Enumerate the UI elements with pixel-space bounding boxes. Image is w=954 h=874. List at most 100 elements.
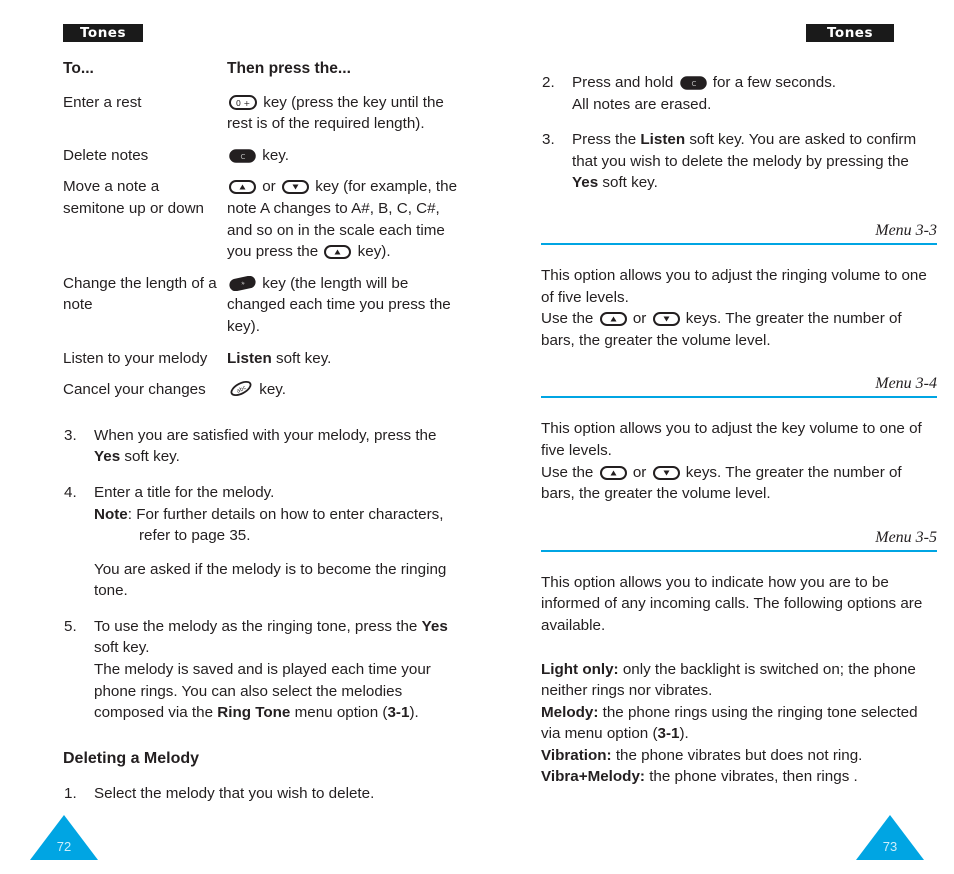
row-action-enter-a-rest: Enter a rest <box>63 93 142 111</box>
row-instruction-text: soft key. <box>275 349 332 367</box>
key-down-icon <box>281 180 309 195</box>
bold-yes: Yes <box>94 448 121 466</box>
step-text: Press and hold C for a few seconds. <box>572 74 837 91</box>
step-text: When you are satisfied with your melody,… <box>94 426 437 466</box>
step-text-continued: The melody is saved and is played each t… <box>94 661 431 722</box>
option-light-only: Light only: only the backlight is switch… <box>541 659 937 702</box>
row-instruction-change-length: * key (the length will be changed each t… <box>227 273 458 348</box>
row-action-listen: Listen to your melody <box>63 349 208 367</box>
page-number-marker-right: 73 <box>856 815 924 874</box>
row-instruction-text: key (the length will be changed each tim… <box>227 274 451 335</box>
key-up-icon <box>599 312 627 327</box>
option-label: Melody: <box>541 703 599 721</box>
row-action-move-note-semitone: Move a note a semitone up or down <box>63 178 204 217</box>
bold-listen: Listen <box>640 131 686 149</box>
section-menu-3-4: Menu 3-4 This option allows you to adjus… <box>541 375 937 504</box>
table-row: Listen to your melody Listen soft key. <box>63 348 458 380</box>
key-action-table: To... Then press the... Enter a rest 0 +… <box>63 58 458 411</box>
step-number: 4. <box>64 483 77 501</box>
row-or-text: or <box>262 178 276 196</box>
step-number: 3. <box>64 426 77 444</box>
section-body: This option allows you to indicate how y… <box>541 572 937 788</box>
section-body: This option allows you to adjust the key… <box>541 418 937 504</box>
option-vibra-melody: Vibra+Melody: the phone vibrates, then r… <box>541 766 937 788</box>
section-menu-3-3: Menu 3-3 This option allows you to adjus… <box>541 222 937 351</box>
section-heading-deleting-a-melody: Deleting a Melody <box>63 749 200 767</box>
row-instruction-text: key. <box>259 381 286 399</box>
row-instruction-cancel: abc key. <box>227 379 458 411</box>
manual-page-spread: Tones Tones To... Then press the... Ente… <box>0 0 954 874</box>
step-text: Select the melody that you wish to delet… <box>94 785 375 803</box>
table-header-press: Then press the... <box>227 60 351 77</box>
bold-yes: Yes <box>421 617 448 635</box>
menu-reference: Menu 3-5 <box>875 528 937 546</box>
page-number-marker-left: 72 <box>30 815 98 874</box>
or-text: or <box>632 310 647 328</box>
left-page-column: To... Then press the... Enter a rest 0 +… <box>63 58 458 805</box>
section-body: This option allows you to adjust the rin… <box>541 265 937 351</box>
table-row: Delete notes C key. <box>63 145 458 177</box>
running-header-tab-right: Tones <box>806 24 894 42</box>
section-key-instruction: Use the or keys. The greater the number … <box>541 310 902 349</box>
table-row: Enter a rest 0 + key (press the key unti… <box>63 92 458 145</box>
bold-yes: Yes <box>572 174 599 192</box>
table-row: Cancel your changes abc key. <box>63 379 458 411</box>
table-header-to: To... <box>63 60 94 77</box>
option-vibration: Vibration: the phone vibrates but does n… <box>541 745 937 767</box>
section-menu-3-5: Menu 3-5 This option allows you to indic… <box>541 529 937 788</box>
note-label: Note <box>94 505 128 523</box>
section-divider-rule <box>541 549 937 552</box>
key-clear-icon: C <box>229 149 256 163</box>
row-instruction-delete-notes: C key. <box>227 145 458 177</box>
key-star-icon: * <box>229 275 256 291</box>
key-down-icon <box>652 465 680 480</box>
numbered-step-3-right: 3. Press the Listen soft key. You are as… <box>541 129 937 194</box>
option-text-tail: ). <box>679 725 689 743</box>
svg-text:0 +: 0 + <box>236 99 250 108</box>
row-action-delete-notes: Delete notes <box>63 146 149 164</box>
row-instruction-tail: key). <box>357 243 391 261</box>
bold-menu-ref: 3-1 <box>387 704 410 722</box>
row-instruction-move-note-semitone: or key (for example, the note A changes … <box>227 176 458 272</box>
key-clear-icon: C <box>679 76 707 90</box>
section-paragraph: This option allows you to adjust the key… <box>541 420 922 459</box>
key-zero-plus-icon: 0 + <box>229 94 257 110</box>
row-action-cancel: Cancel your changes <box>63 381 206 399</box>
step-text: Press the Listen soft key. You are asked… <box>572 131 917 192</box>
key-instruction-suffix: keys. The greater the number of bars, th… <box>541 463 902 503</box>
step-number: 2. <box>542 74 555 91</box>
option-text: the phone vibrates, then rings . <box>644 768 858 786</box>
svg-text:C: C <box>241 153 246 161</box>
numbered-step-4: 4. Enter a title for the melody. Note: F… <box>63 482 458 602</box>
right-page-column: 2. Press and hold C for a few seconds. A… <box>541 58 937 788</box>
row-instruction-enter-a-rest: 0 + key (press the key until the rest is… <box>227 92 458 145</box>
or-text: or <box>632 463 647 481</box>
step-text: Enter a title for the melody. <box>94 483 275 501</box>
section-divider-rule <box>541 242 937 245</box>
step-number: 3. <box>542 131 555 149</box>
svg-text:C: C <box>691 80 696 88</box>
page-number: 73 <box>882 839 898 854</box>
option-label: Vibra+Melody: <box>541 768 645 786</box>
menu-reference: Menu 3-4 <box>875 375 937 393</box>
numbered-step-5: 5. To use the melody as the ringing tone… <box>63 616 458 724</box>
section-paragraph: This option allows you to adjust the rin… <box>541 266 927 306</box>
key-cancel-icon: abc <box>229 380 253 397</box>
key-down-icon <box>652 312 680 327</box>
table-row: Change the length of a note * key (the l… <box>63 273 458 348</box>
step-note: Note: For further details on how to ente… <box>94 504 458 547</box>
bold-ring-tone: Ring Tone <box>217 704 291 722</box>
row-instruction-text: key. <box>262 146 289 164</box>
numbered-step-3: 3. When you are satisfied with your melo… <box>63 425 458 468</box>
key-up-icon <box>229 180 256 195</box>
section-paragraph: This option allows you to indicate how y… <box>541 573 923 634</box>
table-row: Move a note a semitone up or down or key… <box>63 176 458 272</box>
softkey-label-listen: Listen <box>227 349 272 367</box>
option-text: the phone vibrates but does not ring. <box>611 746 863 764</box>
option-melody: Melody: the phone rings using the ringin… <box>541 702 937 745</box>
step-number: 5. <box>64 617 77 635</box>
page-number: 72 <box>56 839 72 854</box>
option-text: the phone rings using the ringing tone s… <box>541 703 918 743</box>
step-extra-text: You are asked if the melody is to become… <box>94 560 447 600</box>
section-divider-rule <box>541 396 937 399</box>
